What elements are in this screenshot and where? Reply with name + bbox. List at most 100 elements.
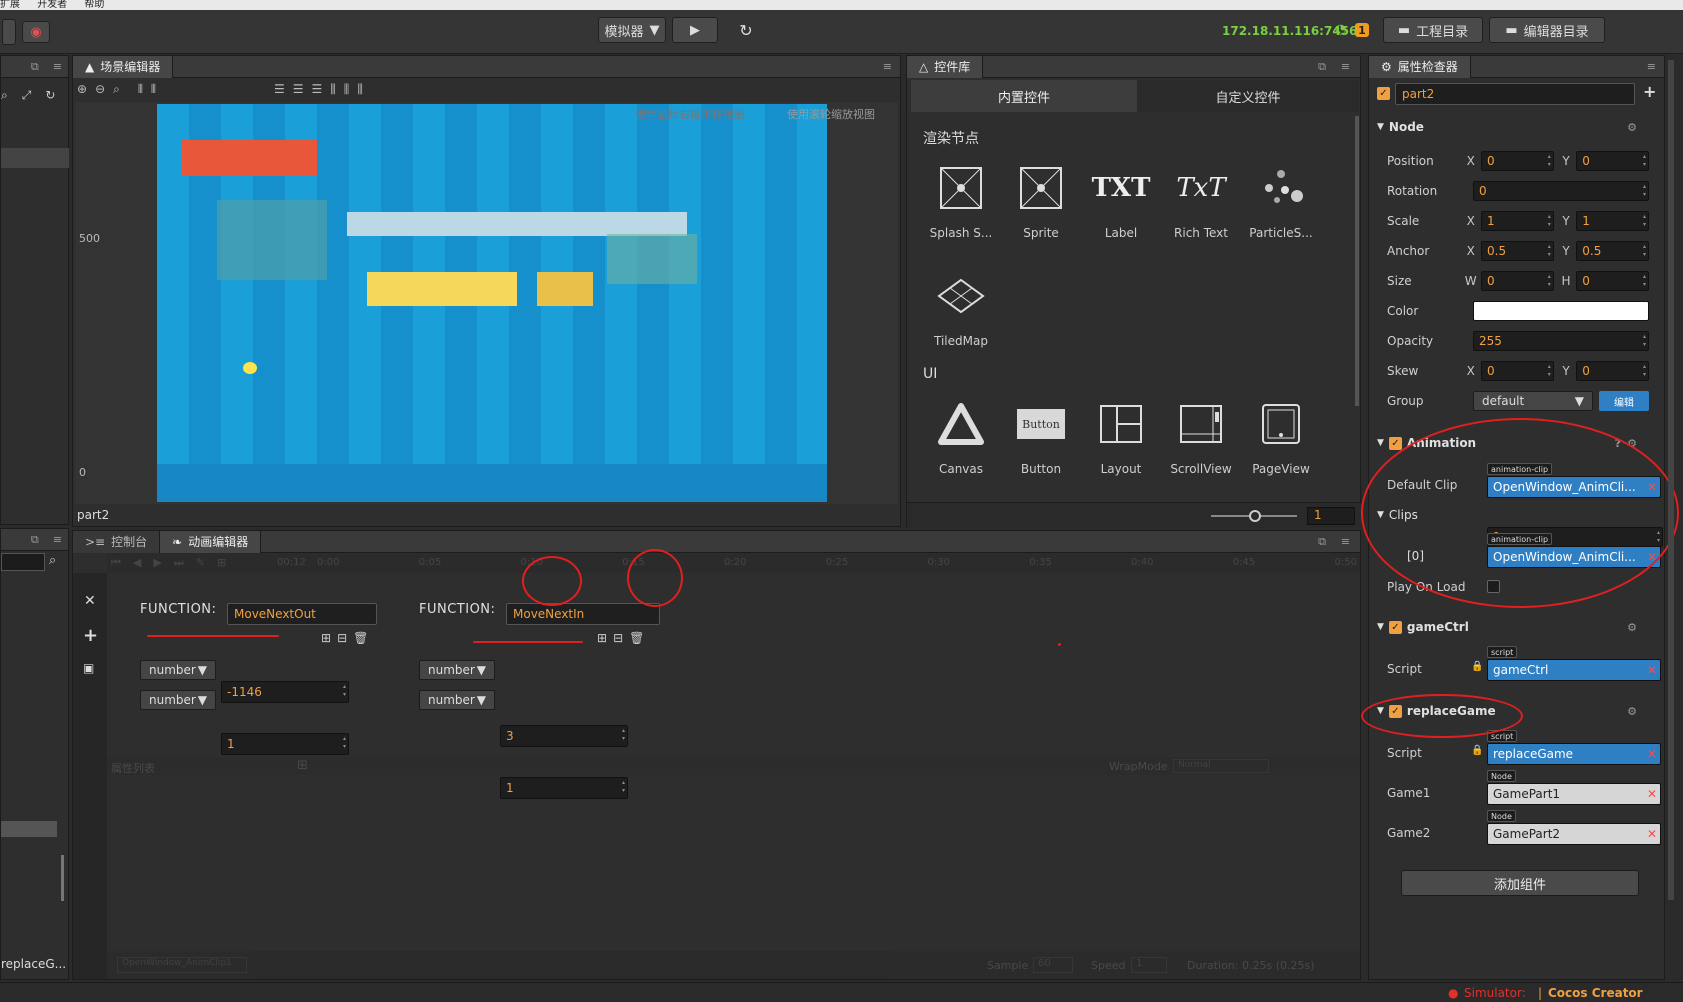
opacity-input[interactable]: 255 (1473, 331, 1649, 351)
expand-icon[interactable]: ⤢ (22, 88, 32, 103)
scale-y-input[interactable]: 1 (1576, 211, 1649, 231)
popout-icon[interactable]: ⧉ (31, 60, 39, 74)
gear-icon[interactable]: ⚙ (1627, 121, 1637, 134)
replacegame-script-field[interactable]: replaceGame ✕ (1487, 743, 1661, 765)
library-item-button[interactable]: Button Button (1005, 400, 1077, 476)
menu-item-extensions[interactable]: 扩展 (0, 0, 20, 10)
library-item-label-control[interactable]: TXT Label (1085, 164, 1157, 240)
function2-name-input[interactable]: MoveNextIn (506, 603, 660, 625)
add-icon[interactable]: + (1643, 82, 1656, 101)
wrapmode-select[interactable]: Normal (1173, 759, 1269, 773)
delete-icon[interactable]: 🗑 (353, 631, 368, 645)
tab-console[interactable]: >≡ 控制台 (73, 530, 161, 553)
scale-x-input[interactable]: 1 (1481, 211, 1554, 231)
simulator-status[interactable]: Simulator: (1464, 986, 1526, 1000)
platform-select[interactable]: 模拟器 ▼ (598, 17, 666, 43)
tab-animation-editor[interactable]: ❧ 动画编辑器 (160, 530, 262, 553)
zoom-in-icon[interactable]: ⊕ (77, 82, 87, 97)
group-select[interactable]: default ▼ (1473, 391, 1593, 411)
distribute-bottom-icon[interactable]: ☰ (311, 82, 322, 97)
gamectrl-script-field[interactable]: gameCtrl ✕ (1487, 659, 1661, 681)
distribute-right-icon[interactable]: ⫼ (357, 82, 363, 97)
menu-item-help[interactable]: 帮助 (84, 0, 104, 10)
library-item-particle-system[interactable]: ParticleS... (1245, 164, 1317, 240)
refresh-button[interactable]: ↻ (726, 17, 766, 43)
function2-arg1-value-input[interactable]: 1 (500, 777, 628, 799)
color-swatch[interactable] (1473, 301, 1649, 321)
skew-x-input[interactable]: 0 (1481, 361, 1554, 381)
menu-item-developer[interactable]: 开发者 (37, 0, 67, 10)
menu-icon[interactable]: ≡ (883, 60, 892, 73)
menu-icon[interactable]: ≡ (1647, 60, 1656, 73)
save-icon[interactable]: ▣ (83, 661, 94, 675)
function1-arg0-type-select[interactable]: number ▼ (140, 660, 216, 680)
project-folder-button[interactable]: ▬ 工程目录 (1383, 17, 1483, 43)
add-icon[interactable]: + (83, 625, 98, 646)
inspector-scrollbar[interactable] (1668, 60, 1674, 900)
node-name-input[interactable]: part2 (1395, 83, 1635, 105)
add-property-icon[interactable]: ⊞ (297, 758, 308, 773)
first-frame-icon[interactable]: ⏮ (111, 556, 121, 570)
speed-input[interactable]: 1 (1131, 957, 1167, 973)
add-event-icon[interactable]: ⊞ (217, 556, 226, 570)
gamectrl-enabled-checkbox[interactable]: ✓ (1388, 620, 1402, 634)
clear-icon[interactable]: ✕ (1647, 747, 1657, 761)
menu-icon[interactable]: ≡ (1341, 60, 1350, 73)
library-item-pageview[interactable]: PageView (1245, 400, 1317, 476)
remove-arg-icon[interactable]: ⊟ (337, 631, 347, 645)
clear-icon[interactable]: ✕ (1647, 663, 1657, 677)
game2-field[interactable]: GamePart2 ✕ (1487, 823, 1661, 845)
library-item-splash-sprite[interactable]: Splash S... (925, 164, 997, 240)
library-item-tiledmap[interactable]: TiledMap (925, 272, 997, 348)
close-icon[interactable]: ✕ (84, 593, 96, 609)
delete-icon[interactable]: 🗑 (629, 631, 644, 645)
gear-icon[interactable]: ⚙ (1627, 705, 1637, 718)
animation-enabled-checkbox[interactable]: ✓ (1388, 436, 1402, 450)
sample-input[interactable]: 60 (1033, 957, 1073, 973)
skew-y-input[interactable]: 0 (1576, 361, 1649, 381)
menu-icon[interactable]: ≡ (1341, 535, 1350, 548)
function2-arg0-value-input[interactable]: 3 (500, 725, 628, 747)
play-icon[interactable]: ▶ (153, 556, 161, 570)
refresh-icon[interactable]: ↻ (45, 88, 55, 102)
scrollbar[interactable] (61, 855, 64, 901)
library-scrollbar[interactable] (1355, 116, 1359, 406)
distribute-left-icon[interactable]: ⫼ (330, 82, 336, 97)
hierarchy-selected-row[interactable] (1, 148, 69, 168)
clear-icon[interactable]: ✕ (1647, 827, 1657, 841)
distribute-top-icon[interactable]: ☰ (274, 82, 285, 97)
popout-icon[interactable]: ⧉ (31, 533, 39, 547)
rotation-input[interactable]: 0 (1473, 181, 1649, 201)
search-icon[interactable]: ⌕ (1, 88, 8, 103)
function2-arg0-type-select[interactable]: number ▼ (419, 660, 495, 680)
search-icon[interactable]: ⌕ (49, 553, 56, 568)
tab-control-library[interactable]: △ 控件库 (907, 55, 984, 78)
game1-field[interactable]: GamePart1 ✕ (1487, 783, 1661, 805)
size-h-input[interactable]: 0 (1576, 271, 1649, 291)
menu-icon[interactable]: ≡ (53, 533, 62, 546)
library-item-scrollview[interactable]: ScrollView (1165, 400, 1237, 476)
hierarchy-search-input[interactable] (1, 553, 45, 571)
tab-scene-editor[interactable]: ▲ 场景编辑器 (73, 55, 174, 78)
size-w-input[interactable]: 0 (1481, 271, 1554, 291)
gamectrl-section-header[interactable]: ▼ ✓ gameCtrl ⚙ (1377, 616, 1647, 638)
add-arg-icon[interactable]: ⊞ (321, 631, 331, 645)
left-toolbar-button[interactable] (2, 19, 16, 45)
prev-frame-icon[interactable]: ◀ (133, 556, 141, 570)
add-component-button[interactable]: 添加组件 (1401, 870, 1639, 896)
library-item-rich-text[interactable]: TxT Rich Text (1165, 164, 1237, 240)
clip-select[interactable]: OpenWindow_AnimClip1 (117, 957, 247, 973)
position-x-input[interactable]: 0 (1481, 151, 1554, 171)
zoom-slider-handle[interactable] (1249, 510, 1261, 522)
editor-folder-button[interactable]: ▬ 编辑器目录 (1489, 17, 1605, 43)
hierarchy-row[interactable] (1, 821, 57, 837)
next-frame-icon[interactable]: ⏭ (174, 556, 184, 570)
function1-arg1-type-select[interactable]: number ▼ (140, 690, 216, 710)
edit-icon[interactable]: ✎ (196, 556, 205, 570)
add-arg-icon[interactable]: ⊞ (597, 631, 607, 645)
anchor-y-input[interactable]: 0.5 (1576, 241, 1649, 261)
gear-icon[interactable]: ⚙ (1627, 621, 1637, 634)
tab-custom-controls[interactable]: 自定义控件 (1137, 80, 1359, 112)
function2-arg1-type-select[interactable]: number ▼ (419, 690, 495, 710)
distribute-center-icon[interactable]: ⫼ (344, 82, 350, 97)
